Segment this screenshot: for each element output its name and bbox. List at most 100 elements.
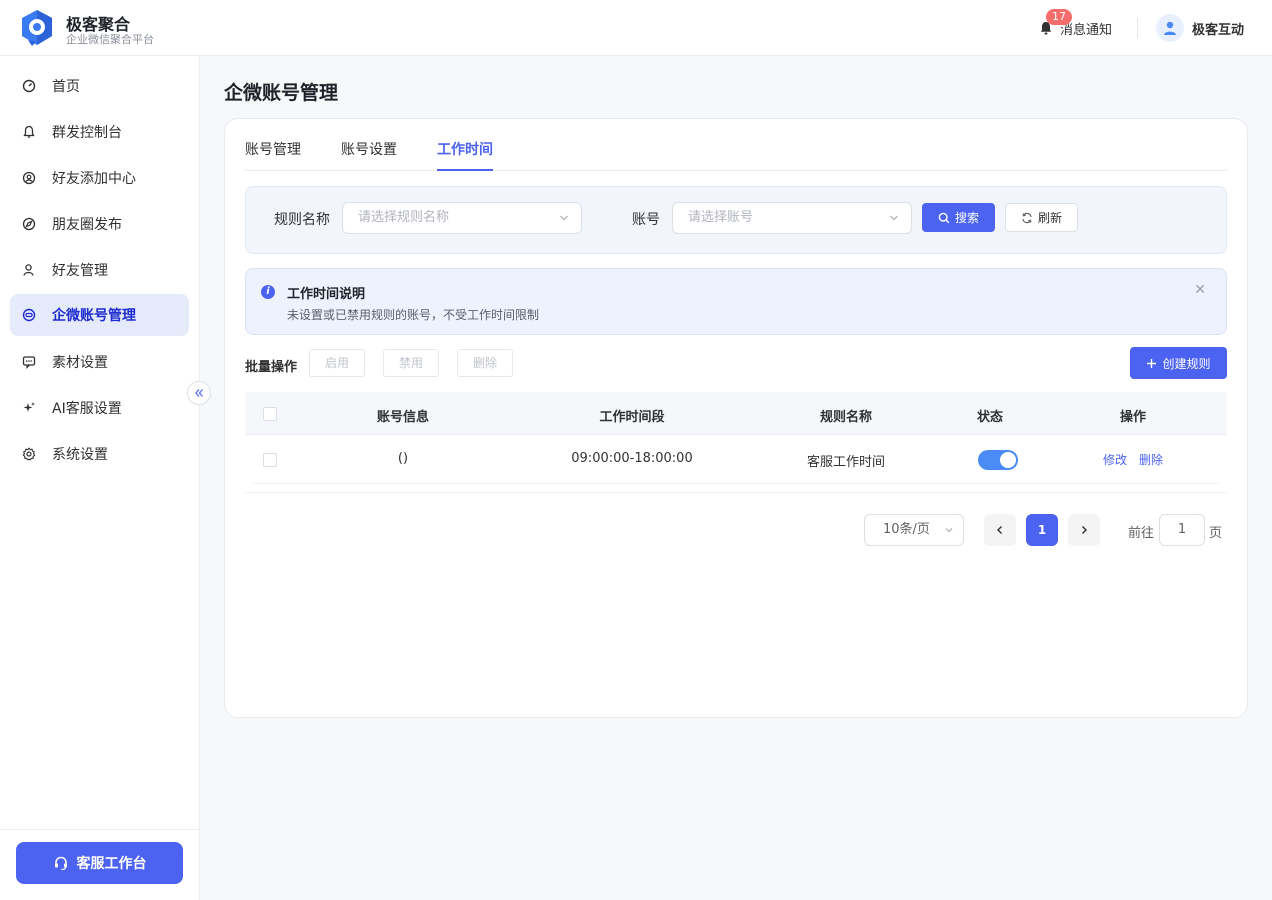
sidebar-item-moments[interactable]: 朋友圈发布	[10, 203, 189, 245]
sidebar-collapse-button[interactable]	[187, 381, 211, 405]
bell-icon	[23, 125, 35, 138]
delete-link[interactable]: 删除	[1139, 451, 1163, 468]
page-title: 企微账号管理	[224, 82, 339, 104]
sidebar-item-friends[interactable]: 好友管理	[10, 249, 189, 291]
chevron-left-icon	[997, 526, 1002, 534]
table-row: () 09:00:00-18:00:00 客服工作时间 修改 删除	[253, 435, 1219, 484]
brand-subtitle: 企业微信聚合平台	[66, 33, 154, 46]
rule-name-select[interactable]: 请选择规则名称	[342, 202, 582, 234]
page-1-button[interactable]: 1	[1026, 514, 1058, 546]
customer-service-workbench-button[interactable]: 客服工作台	[16, 842, 183, 884]
sidebar-item-label: 朋友圈发布	[52, 217, 122, 233]
refresh-icon	[1022, 212, 1032, 223]
sidebar-item-label: 首页	[52, 79, 80, 95]
sparkle-icon	[23, 402, 35, 412]
page-suffix-label: 页	[1209, 526, 1223, 541]
alert-description: 未设置或已禁用规则的账号，不受工作时间限制	[287, 308, 540, 322]
batch-disable-button[interactable]: 禁用	[383, 349, 439, 377]
batch-delete-button[interactable]: 删除	[457, 349, 513, 377]
next-page-button[interactable]	[1068, 514, 1100, 546]
goto-page-input[interactable]: 1	[1159, 514, 1205, 546]
sidebar-divider	[0, 829, 200, 830]
tab-account-management[interactable]: 账号管理	[245, 139, 301, 171]
sidebar-item-label: 企微账号管理	[52, 308, 136, 324]
refresh-button-label: 刷新	[1037, 211, 1062, 225]
tab-work-time[interactable]: 工作时间	[437, 139, 493, 171]
prev-page-button[interactable]	[984, 514, 1016, 546]
compass-icon	[22, 217, 36, 231]
gear-icon	[22, 447, 36, 461]
cell-period: 09:00:00-18:00:00	[571, 451, 693, 466]
tab-bar: 账号管理 账号设置 工作时间	[245, 119, 1227, 171]
sidebar-item-label: 群发控制台	[52, 125, 122, 141]
search-button[interactable]: 搜索	[922, 203, 995, 232]
table-bottom-border	[245, 492, 1227, 493]
tab-account-settings[interactable]: 账号设置	[341, 139, 397, 171]
close-icon[interactable]: ✕	[1194, 282, 1206, 298]
sidebar-item-materials[interactable]: 素材设置	[10, 341, 189, 383]
edit-link[interactable]: 修改	[1103, 451, 1127, 468]
sidebar: 首页 群发控制台 好友添加中心 朋友圈发布 好友管理 企微账号管理 素材设置 A…	[0, 56, 200, 900]
sidebar-item-broadcast[interactable]: 群发控制台	[10, 111, 189, 153]
user-menu[interactable]: 极客互动	[1156, 14, 1244, 42]
alert-title: 工作时间说明	[287, 287, 366, 302]
plus-icon	[1147, 358, 1157, 368]
column-header-status: 状态	[976, 410, 1004, 425]
service-button-label: 客服工作台	[76, 856, 147, 872]
info-icon: i	[261, 285, 275, 299]
status-toggle[interactable]	[978, 450, 1018, 470]
user-add-icon	[22, 171, 36, 185]
message-icon	[22, 356, 36, 369]
header-divider	[1137, 18, 1138, 38]
sidebar-item-label: 素材设置	[52, 355, 108, 371]
chevron-down-icon	[945, 528, 953, 533]
page-size-value: 10条/页	[883, 522, 930, 537]
sidebar-item-wecom-accounts[interactable]: 企微账号管理	[10, 294, 189, 336]
filter-panel: 规则名称 请选择规则名称 账号 请选择账号 搜索 刷新	[245, 186, 1227, 254]
sidebar-item-label: 系统设置	[52, 447, 108, 463]
batch-operation-label: 批量操作	[245, 360, 298, 375]
chevron-down-icon	[890, 215, 898, 221]
page-size-select[interactable]: 10条/页	[864, 514, 964, 546]
column-header-rule-name: 规则名称	[819, 410, 873, 425]
user-avatar-icon	[1164, 21, 1176, 35]
create-rule-label: 创建规则	[1162, 356, 1211, 371]
column-header-period: 工作时间段	[599, 410, 665, 425]
row-checkbox[interactable]	[263, 453, 277, 467]
account-icon	[22, 308, 36, 322]
top-header: 极客聚合 企业微信聚合平台 17 消息通知 极客互动	[0, 0, 1272, 56]
sidebar-item-label: 好友添加中心	[52, 171, 136, 187]
batch-enable-button[interactable]: 启用	[309, 349, 365, 377]
brand-logo-icon	[22, 10, 52, 46]
sidebar-item-friend-add[interactable]: 好友添加中心	[10, 157, 189, 199]
refresh-button[interactable]: 刷新	[1005, 203, 1078, 232]
table-header: 账号信息 工作时间段 规则名称 状态 操作	[245, 392, 1227, 435]
account-placeholder: 请选择账号	[688, 210, 754, 225]
account-select[interactable]: 请选择账号	[672, 202, 912, 234]
avatar	[1156, 14, 1184, 42]
content-card: 账号管理 账号设置 工作时间 规则名称 请选择规则名称 账号 请选择账号 搜索 …	[224, 118, 1248, 718]
sidebar-item-label: 好友管理	[52, 263, 108, 279]
account-label: 账号	[632, 212, 660, 228]
rule-name-label: 规则名称	[274, 212, 330, 228]
work-time-info-alert: i 工作时间说明 未设置或已禁用规则的账号，不受工作时间限制 ✕	[245, 268, 1227, 335]
user-icon	[23, 264, 34, 276]
dashboard-icon	[22, 79, 36, 93]
column-header-account: 账号信息	[376, 410, 430, 425]
chevron-right-icon	[1082, 526, 1087, 534]
double-chevron-left-icon	[195, 389, 203, 397]
sidebar-item-home[interactable]: 首页	[10, 65, 189, 107]
search-button-label: 搜索	[954, 211, 979, 225]
goto-label: 前往	[1128, 526, 1155, 541]
sidebar-item-ai-service[interactable]: AI客服设置	[10, 387, 189, 429]
column-header-actions: 操作	[1119, 410, 1147, 425]
select-all-checkbox[interactable]	[263, 407, 277, 421]
search-icon	[938, 212, 950, 223]
create-rule-button[interactable]: 创建规则	[1130, 347, 1227, 379]
notification-button[interactable]: 17 消息通知	[1038, 9, 1112, 40]
sidebar-item-settings[interactable]: 系统设置	[10, 433, 189, 475]
cell-rule-name: 客服工作时间	[806, 455, 886, 470]
rule-name-placeholder: 请选择规则名称	[358, 210, 450, 225]
cell-account: ()	[397, 451, 409, 466]
chevron-down-icon	[560, 215, 568, 221]
